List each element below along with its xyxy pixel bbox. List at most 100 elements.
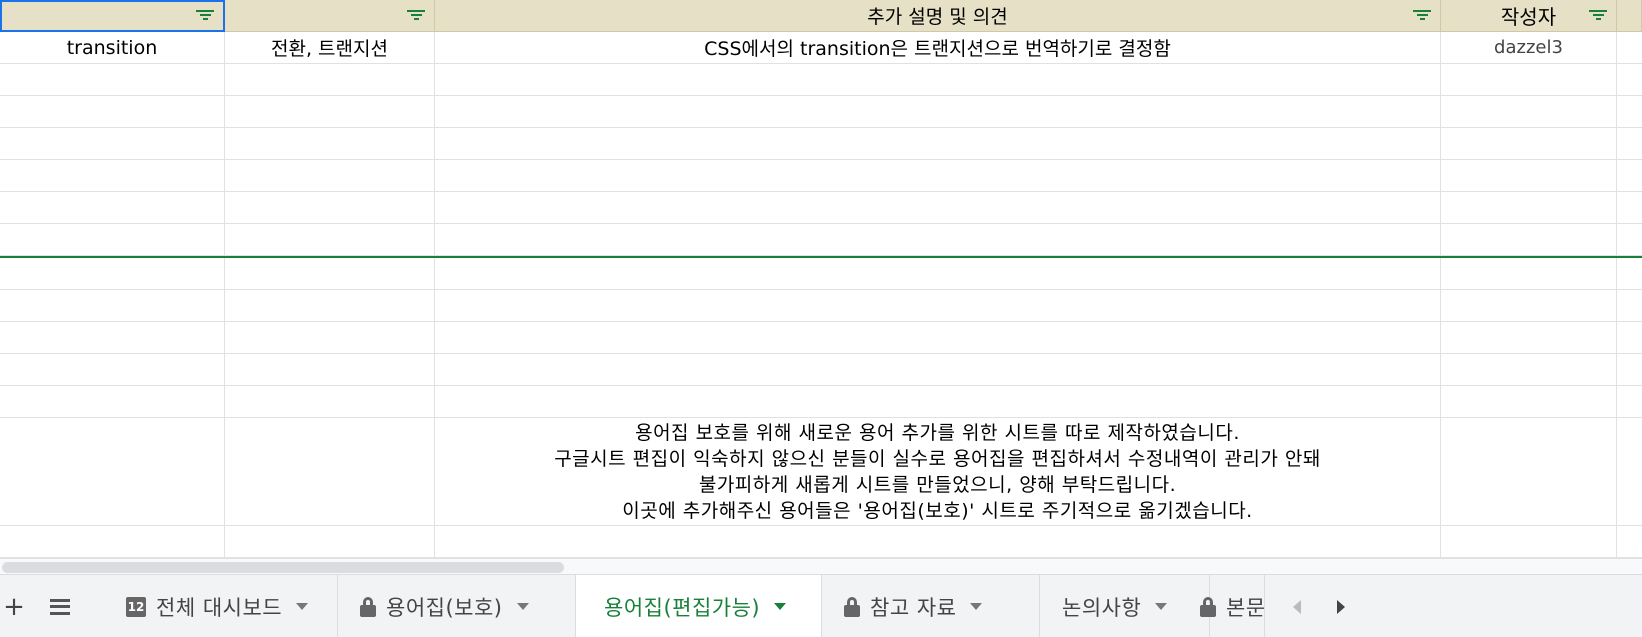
cell[interactable]	[1617, 386, 1642, 418]
header-cell-author[interactable]: 작성자	[1441, 0, 1617, 32]
cell[interactable]	[1617, 258, 1642, 290]
chevron-down-icon[interactable]	[296, 603, 309, 610]
cell[interactable]	[435, 224, 1441, 256]
chevron-down-icon[interactable]	[970, 603, 983, 610]
cell[interactable]	[225, 258, 435, 290]
chevron-down-icon[interactable]	[516, 603, 529, 610]
cell[interactable]	[225, 290, 435, 322]
cell[interactable]	[1441, 224, 1617, 256]
cell[interactable]	[1617, 290, 1642, 322]
cell[interactable]	[1441, 128, 1617, 160]
filter-icon[interactable]	[1589, 9, 1607, 22]
header-cell-comment[interactable]: 추가 설명 및 의견	[435, 0, 1441, 32]
cell[interactable]	[225, 192, 435, 224]
cell[interactable]	[435, 290, 1441, 322]
cell[interactable]	[1441, 192, 1617, 224]
chevron-down-icon[interactable]	[774, 603, 787, 610]
cell[interactable]	[225, 64, 435, 96]
tab-reference[interactable]: 참고 자료	[822, 575, 1040, 637]
header-cell-translation[interactable]	[225, 0, 435, 32]
cell-author[interactable]: dazzel3	[1441, 32, 1617, 64]
cell[interactable]	[225, 224, 435, 256]
cell[interactable]	[0, 160, 225, 192]
table-row	[0, 258, 1642, 290]
cell[interactable]	[435, 96, 1441, 128]
freeze-divider[interactable]	[0, 256, 1642, 258]
cell[interactable]	[435, 192, 1441, 224]
cell-comment[interactable]: CSS에서의 transition은 트랜지션으로 번역하기로 결정함	[435, 32, 1441, 64]
filter-icon[interactable]	[196, 10, 214, 22]
horizontal-scrollbar[interactable]	[0, 558, 1642, 574]
cell[interactable]	[225, 386, 435, 418]
cell[interactable]	[435, 64, 1441, 96]
cell[interactable]	[225, 160, 435, 192]
add-sheet-button[interactable]: +	[0, 575, 28, 637]
cell[interactable]	[225, 322, 435, 354]
cell[interactable]	[0, 322, 225, 354]
cell[interactable]	[1617, 224, 1642, 256]
cell[interactable]	[0, 64, 225, 96]
scrollbar-thumb[interactable]	[2, 562, 564, 573]
chevron-down-icon[interactable]	[1155, 603, 1168, 610]
cell[interactable]	[1441, 96, 1617, 128]
cell[interactable]	[0, 526, 225, 558]
cell[interactable]	[1441, 322, 1617, 354]
cell[interactable]	[435, 258, 1441, 290]
cell[interactable]	[1617, 418, 1642, 526]
cell[interactable]	[435, 526, 1441, 558]
cell[interactable]	[225, 96, 435, 128]
cell[interactable]	[1617, 322, 1642, 354]
cell[interactable]	[1617, 64, 1642, 96]
header-cell-empty[interactable]	[1617, 0, 1642, 32]
cell[interactable]	[1617, 128, 1642, 160]
lock-icon	[360, 596, 376, 617]
cell[interactable]	[0, 386, 225, 418]
header-cell-term[interactable]	[0, 0, 225, 32]
cell[interactable]	[0, 290, 225, 322]
cell[interactable]	[1441, 258, 1617, 290]
cell[interactable]	[1617, 96, 1642, 128]
cell[interactable]	[1617, 354, 1642, 386]
cell[interactable]	[0, 96, 225, 128]
cell[interactable]	[0, 192, 225, 224]
cell[interactable]	[1441, 160, 1617, 192]
notice-cell[interactable]: 용어집 보호를 위해 새로운 용어 추가를 위한 시트를 따로 제작하였습니다.…	[435, 418, 1441, 526]
cell[interactable]	[435, 354, 1441, 386]
cell-term[interactable]: transition	[0, 32, 225, 64]
cell[interactable]	[435, 160, 1441, 192]
all-sheets-button[interactable]	[44, 575, 76, 637]
cell[interactable]	[1441, 418, 1617, 526]
cell[interactable]	[0, 354, 225, 386]
scroll-tabs-right-button[interactable]	[1331, 594, 1351, 620]
cell[interactable]	[0, 258, 225, 290]
tab-glossary-editable[interactable]: 용어집(편집가능)	[576, 575, 822, 637]
cell-empty[interactable]	[1617, 32, 1642, 64]
cell[interactable]	[225, 128, 435, 160]
cell-translation[interactable]: 전환, 트랜지션	[225, 32, 435, 64]
cell[interactable]	[225, 526, 435, 558]
cell[interactable]	[435, 322, 1441, 354]
cell[interactable]	[1441, 354, 1617, 386]
cell[interactable]	[1617, 526, 1642, 558]
tab-glossary-protected[interactable]: 용어집(보호)	[338, 575, 576, 637]
tab-main-text[interactable]: 본문	[1178, 575, 1268, 637]
cell[interactable]	[1617, 192, 1642, 224]
cell[interactable]	[225, 354, 435, 386]
cell[interactable]	[1441, 290, 1617, 322]
cell[interactable]	[435, 386, 1441, 418]
filter-icon[interactable]	[407, 9, 425, 22]
scroll-tabs-left-button[interactable]	[1287, 594, 1307, 620]
cell[interactable]	[1441, 64, 1617, 96]
cell[interactable]	[1617, 160, 1642, 192]
cell[interactable]	[0, 418, 225, 526]
notice-line: 용어집 보호를 위해 새로운 용어 추가를 위한 시트를 따로 제작하였습니다.	[635, 421, 1240, 444]
cell[interactable]	[435, 128, 1441, 160]
cell[interactable]	[1441, 386, 1617, 418]
filter-icon[interactable]	[1413, 9, 1431, 22]
cell[interactable]	[225, 418, 435, 526]
cell[interactable]	[0, 128, 225, 160]
tab-dashboard[interactable]: 12 전체 대시보드	[104, 575, 338, 637]
cell[interactable]	[1441, 526, 1617, 558]
tab-scroll-controls	[1264, 575, 1642, 637]
cell[interactable]	[0, 224, 225, 256]
